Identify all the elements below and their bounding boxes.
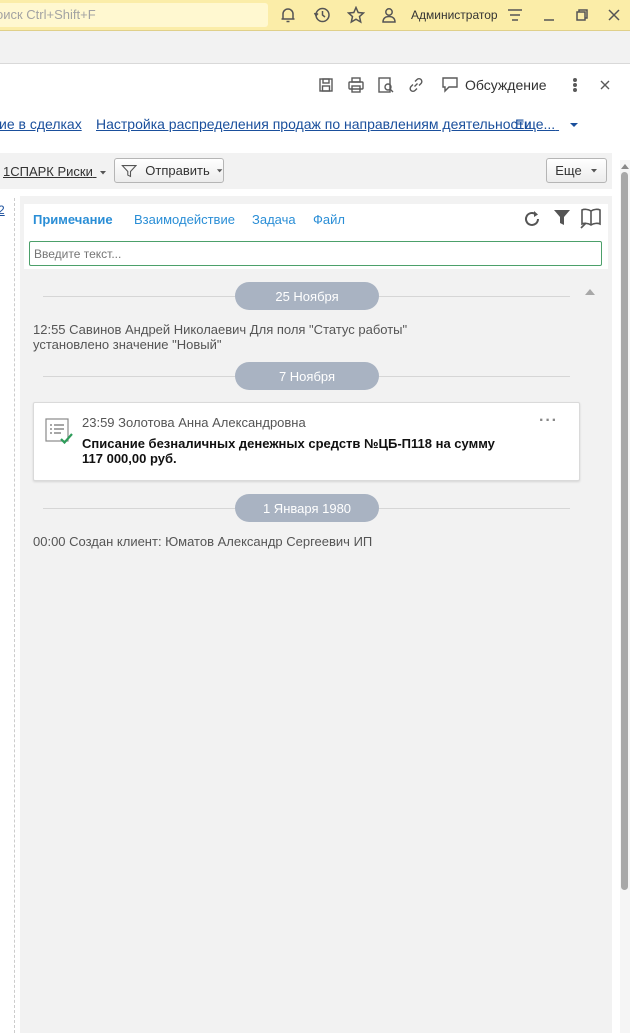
bell-icon[interactable] <box>278 5 298 25</box>
scrollbar-thumb[interactable] <box>621 172 628 890</box>
send-button[interactable]: Отправить <box>114 158 224 183</box>
text-input[interactable] <box>29 241 602 266</box>
more-vert-icon[interactable] <box>566 76 584 94</box>
send-label: Отправить <box>145 163 210 178</box>
tab-file[interactable]: Файл <box>313 212 345 227</box>
menu-icon[interactable] <box>505 5 525 25</box>
document-check-icon <box>45 418 75 449</box>
minimize-icon[interactable] <box>539 5 559 25</box>
date-pill: 25 Ноября <box>235 282 379 310</box>
link-icon[interactable] <box>407 76 425 94</box>
more-links-label: Еще... <box>515 116 556 132</box>
preview-icon[interactable] <box>377 76 395 94</box>
dropdown-arrow-icon <box>570 123 579 127</box>
tab-note[interactable]: Примечание <box>33 212 113 227</box>
card-title: 23:59 Золотова Анна Александровна <box>82 415 306 430</box>
refresh-icon[interactable] <box>522 209 542 232</box>
date-pill: 1 Января 1980 <box>235 494 379 522</box>
search-input[interactable]: оиск Ctrl+Shift+F <box>0 3 268 27</box>
section-bar <box>0 31 630 64</box>
star-icon[interactable] <box>346 5 366 25</box>
card-menu-icon[interactable]: ··· <box>539 412 558 430</box>
tab-task[interactable]: Задача <box>252 212 296 227</box>
form-close-icon[interactable] <box>596 76 614 94</box>
dropdown-arrow-icon <box>99 171 106 175</box>
more-links[interactable]: Еще... <box>515 116 579 132</box>
event-line: установлено значение "Новый" <box>33 337 222 352</box>
event-line: 12:55 Савинов Андрей Николаевич Для поля… <box>33 322 408 337</box>
dropdown-arrow-icon <box>216 168 223 172</box>
restore-icon[interactable] <box>572 5 592 25</box>
discussion-icon[interactable] <box>441 76 459 94</box>
card-body[interactable]: Списание безналичных денежных средств №Ц… <box>82 436 502 466</box>
funnel-icon <box>121 164 138 177</box>
tab-interaction[interactable]: Взаимодействие <box>134 212 235 227</box>
left-panel <box>0 198 15 1033</box>
left-panel-marker[interactable]: 2 <box>0 203 5 217</box>
discussion-button[interactable]: Обсуждение <box>465 77 547 93</box>
user-name[interactable]: Администратор <box>411 8 498 22</box>
scroll-up-arrow-icon[interactable] <box>620 158 630 173</box>
event-status-change: 12:55 Савинов Андрей Николаевич Для поля… <box>33 322 407 352</box>
filter-icon[interactable] <box>553 209 571 230</box>
more-label: Еще <box>555 163 582 178</box>
print-icon[interactable] <box>347 76 365 94</box>
book-icon[interactable] <box>580 207 602 232</box>
close-icon[interactable] <box>604 5 624 25</box>
event-client-created: 00:00 Создан клиент: Юматов Александр Се… <box>33 534 373 549</box>
history-icon[interactable] <box>312 5 332 25</box>
save-icon[interactable] <box>317 76 335 94</box>
spark-risks-label: 1СПАРК Риски <box>3 164 93 179</box>
deals-link[interactable]: ие в сделках <box>0 116 82 132</box>
scroll-up-icon[interactable] <box>584 285 596 300</box>
sales-settings-link[interactable]: Настройка распределения продаж по направ… <box>96 116 532 132</box>
date-pill: 7 Ноября <box>235 362 379 390</box>
spark-risks-button[interactable]: 1СПАРК Риски <box>3 164 107 179</box>
more-button[interactable]: Еще <box>546 158 607 183</box>
users-icon[interactable] <box>380 5 400 25</box>
dropdown-arrow-icon <box>590 168 597 172</box>
